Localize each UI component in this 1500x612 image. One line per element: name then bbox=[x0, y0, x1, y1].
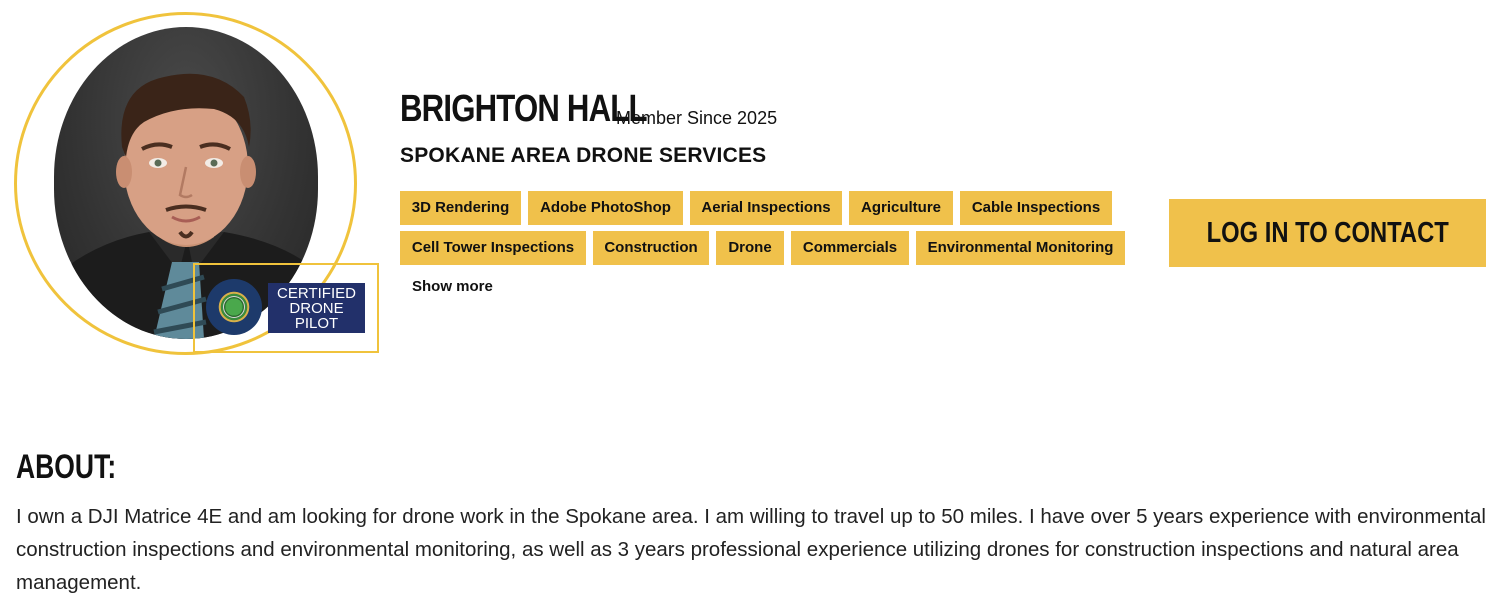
tag-cell-tower-inspections[interactable]: Cell Tower Inspections bbox=[400, 231, 586, 265]
company-name: SPOKANE AREA DRONE SERVICES bbox=[400, 144, 767, 167]
tag-3d-rendering[interactable]: 3D Rendering bbox=[400, 191, 521, 225]
tag-adobe-photoshop[interactable]: Adobe PhotoShop bbox=[528, 191, 683, 225]
profile-name: BRIGHTON HALL bbox=[400, 88, 648, 130]
certified-drone-pilot-badge: CERTIFIED DRONE PILOT bbox=[206, 279, 365, 335]
badge-line-1: CERTIFIED bbox=[277, 285, 356, 302]
member-since: Member Since 2025 bbox=[616, 108, 778, 128]
log-in-to-contact-button[interactable]: LOG IN TO CONTACT bbox=[1169, 199, 1486, 267]
tag-environmental-monitoring[interactable]: Environmental Monitoring bbox=[916, 231, 1125, 265]
tag-aerial-inspections[interactable]: Aerial Inspections bbox=[690, 191, 842, 225]
tag-drone[interactable]: Drone bbox=[716, 231, 784, 265]
badge-line-3: PILOT bbox=[294, 315, 339, 332]
about-text: I own a DJI Matrice 4E and am looking fo… bbox=[16, 505, 1486, 594]
badge-label: CERTIFIED DRONE PILOT bbox=[268, 283, 365, 333]
faa-seal-icon bbox=[206, 279, 262, 335]
tag-construction[interactable]: Construction bbox=[593, 231, 709, 265]
tag-cable-inspections[interactable]: Cable Inspections bbox=[960, 191, 1112, 225]
show-more-link[interactable]: Show more bbox=[412, 278, 493, 295]
about-heading: ABOUT: bbox=[16, 448, 117, 486]
contact-button-label: LOG IN TO CONTACT bbox=[1206, 216, 1449, 249]
tag-commercials[interactable]: Commercials bbox=[791, 231, 909, 265]
badge-line-2: DRONE bbox=[289, 300, 344, 317]
tag-agriculture[interactable]: Agriculture bbox=[849, 191, 953, 225]
